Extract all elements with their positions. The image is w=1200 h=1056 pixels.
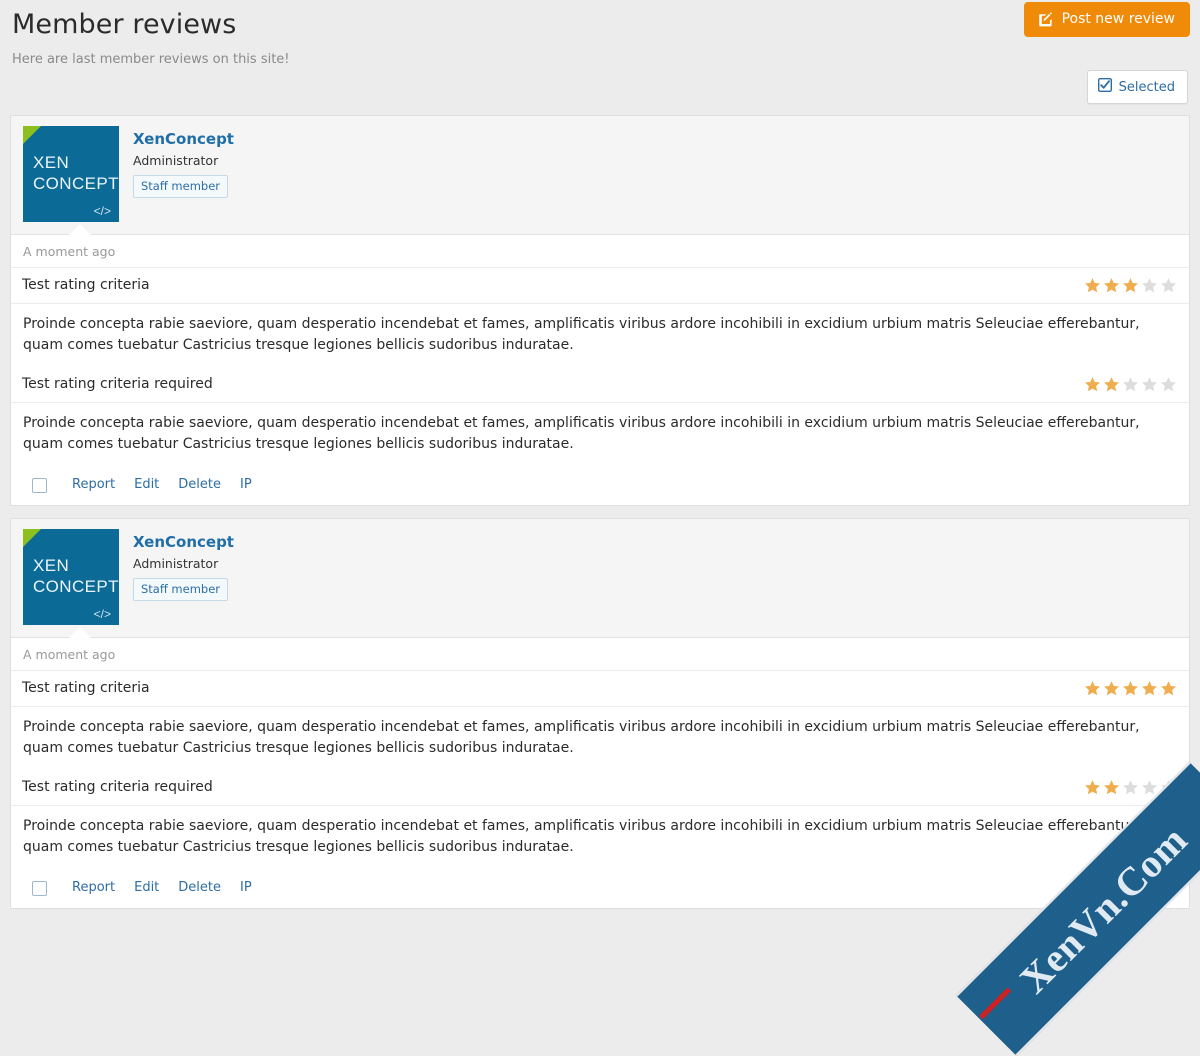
star-icon <box>1122 779 1139 796</box>
review-text: Proinde concepta rabie saeviore, quam de… <box>23 316 1140 353</box>
star-icon <box>1141 680 1158 697</box>
page-description: Here are last member reviews on this sit… <box>12 52 290 67</box>
review-card: XEN CONCEPT </> XenConcept Administrator Staf… <box>10 115 1190 506</box>
star-icon <box>1122 277 1139 294</box>
avatar[interactable]: XEN CONCEPT </> <box>23 529 119 625</box>
star-icon <box>1084 680 1101 697</box>
review-card-header: XEN CONCEPT </> XenConcept Administrator Staf… <box>11 116 1189 235</box>
rating-row: Test rating criteria required <box>11 770 1189 806</box>
rating-criteria-label: Test rating criteria required <box>22 779 213 795</box>
star-icon <box>1160 277 1177 294</box>
user-meta: XenConcept Administrator Staff member <box>133 529 234 601</box>
avatar-line-1: XEN <box>33 153 70 172</box>
page-header: Member reviews Here are last member revi… <box>0 0 1200 68</box>
review-select-checkbox[interactable] <box>32 880 47 896</box>
user-title: Administrator <box>133 556 219 571</box>
review-timestamp[interactable]: A moment ago <box>11 638 1189 671</box>
star-icon <box>1122 376 1139 393</box>
star-icon <box>1141 277 1158 294</box>
avatar-text: XEN CONCEPT <box>33 152 119 194</box>
review-text: Proinde concepta rabie saeviore, quam de… <box>23 719 1140 756</box>
action-link-edit[interactable]: Edit <box>134 477 159 493</box>
star-icon <box>1084 779 1101 796</box>
username-link[interactable]: XenConcept <box>133 533 234 551</box>
avatar-text: XEN CONCEPT <box>33 555 119 597</box>
star-rating <box>1084 277 1177 294</box>
review-card-header: XEN CONCEPT </> XenConcept Administrator Staf… <box>11 519 1189 638</box>
rating-criteria-label: Test rating criteria <box>22 277 150 293</box>
star-icon <box>1160 680 1177 697</box>
star-icon <box>1103 779 1120 796</box>
star-icon <box>1103 680 1120 697</box>
rating-row: Test rating criteria <box>11 671 1189 707</box>
avatar-line-2: CONCEPT <box>33 577 119 596</box>
page-title: Member reviews <box>12 9 237 40</box>
rating-row: Test rating criteria required <box>11 367 1189 403</box>
star-icon <box>1103 277 1120 294</box>
header-notch <box>69 224 91 235</box>
action-link-ip[interactable]: IP <box>240 477 252 493</box>
post-new-review-label: Post new review <box>1061 11 1175 27</box>
star-icon <box>1160 779 1177 796</box>
reviews-list: XEN CONCEPT </> XenConcept Administrator Staf… <box>0 115 1200 909</box>
star-icon <box>1103 376 1120 393</box>
star-icon <box>1141 779 1158 796</box>
edit-pencil-icon <box>1038 11 1054 27</box>
staff-member-badge: Staff member <box>133 175 229 198</box>
avatar-corner-flag-icon <box>23 126 41 144</box>
watermark-strike <box>979 987 1012 1020</box>
avatar-line-1: XEN <box>33 556 70 575</box>
rating-row: Test rating criteria <box>11 268 1189 304</box>
star-rating <box>1084 680 1177 697</box>
review-text: Proinde concepta rabie saeviore, quam de… <box>23 818 1140 855</box>
rating-criteria-label: Test rating criteria <box>22 680 150 696</box>
selected-button[interactable]: Selected <box>1086 70 1188 104</box>
header-notch <box>69 627 91 638</box>
action-link-delete[interactable]: Delete <box>178 477 221 493</box>
avatar-code-icon: </> <box>93 204 111 218</box>
checked-checkbox-icon <box>1097 78 1112 96</box>
star-icon <box>1084 277 1101 294</box>
post-new-review-button[interactable]: Post new review <box>1023 2 1190 37</box>
toolbar: Selected <box>0 68 1200 115</box>
review-timestamp[interactable]: A moment ago <box>11 235 1189 268</box>
avatar-code-icon: </> <box>93 607 111 621</box>
star-icon <box>1160 376 1177 393</box>
username-link[interactable]: XenConcept <box>133 130 234 148</box>
star-rating <box>1084 376 1177 393</box>
review-text: Proinde concepta rabie saeviore, quam de… <box>23 415 1140 452</box>
review-actions: Report Edit Delete IP <box>11 466 1189 505</box>
review-select-checkbox[interactable] <box>32 477 47 493</box>
avatar-corner-flag-icon <box>23 529 41 547</box>
selected-button-label: Selected <box>1118 79 1175 95</box>
review-card: XEN CONCEPT </> XenConcept Administrator Staf… <box>10 518 1190 909</box>
staff-member-badge: Staff member <box>133 578 229 601</box>
rating-criteria-label: Test rating criteria required <box>22 376 213 392</box>
action-link-report[interactable]: Report <box>72 477 115 493</box>
user-title: Administrator <box>133 153 219 168</box>
avatar-line-2: CONCEPT <box>33 174 119 193</box>
action-link-report[interactable]: Report <box>72 880 115 896</box>
action-link-delete[interactable]: Delete <box>178 880 221 896</box>
star-icon <box>1141 376 1158 393</box>
user-meta: XenConcept Administrator Staff member <box>133 126 234 198</box>
star-rating <box>1084 779 1177 796</box>
review-actions: Report Edit Delete IP <box>11 869 1189 908</box>
star-icon <box>1084 376 1101 393</box>
avatar[interactable]: XEN CONCEPT </> <box>23 126 119 222</box>
star-icon <box>1122 680 1139 697</box>
action-link-edit[interactable]: Edit <box>134 880 159 896</box>
action-link-ip[interactable]: IP <box>240 880 252 896</box>
